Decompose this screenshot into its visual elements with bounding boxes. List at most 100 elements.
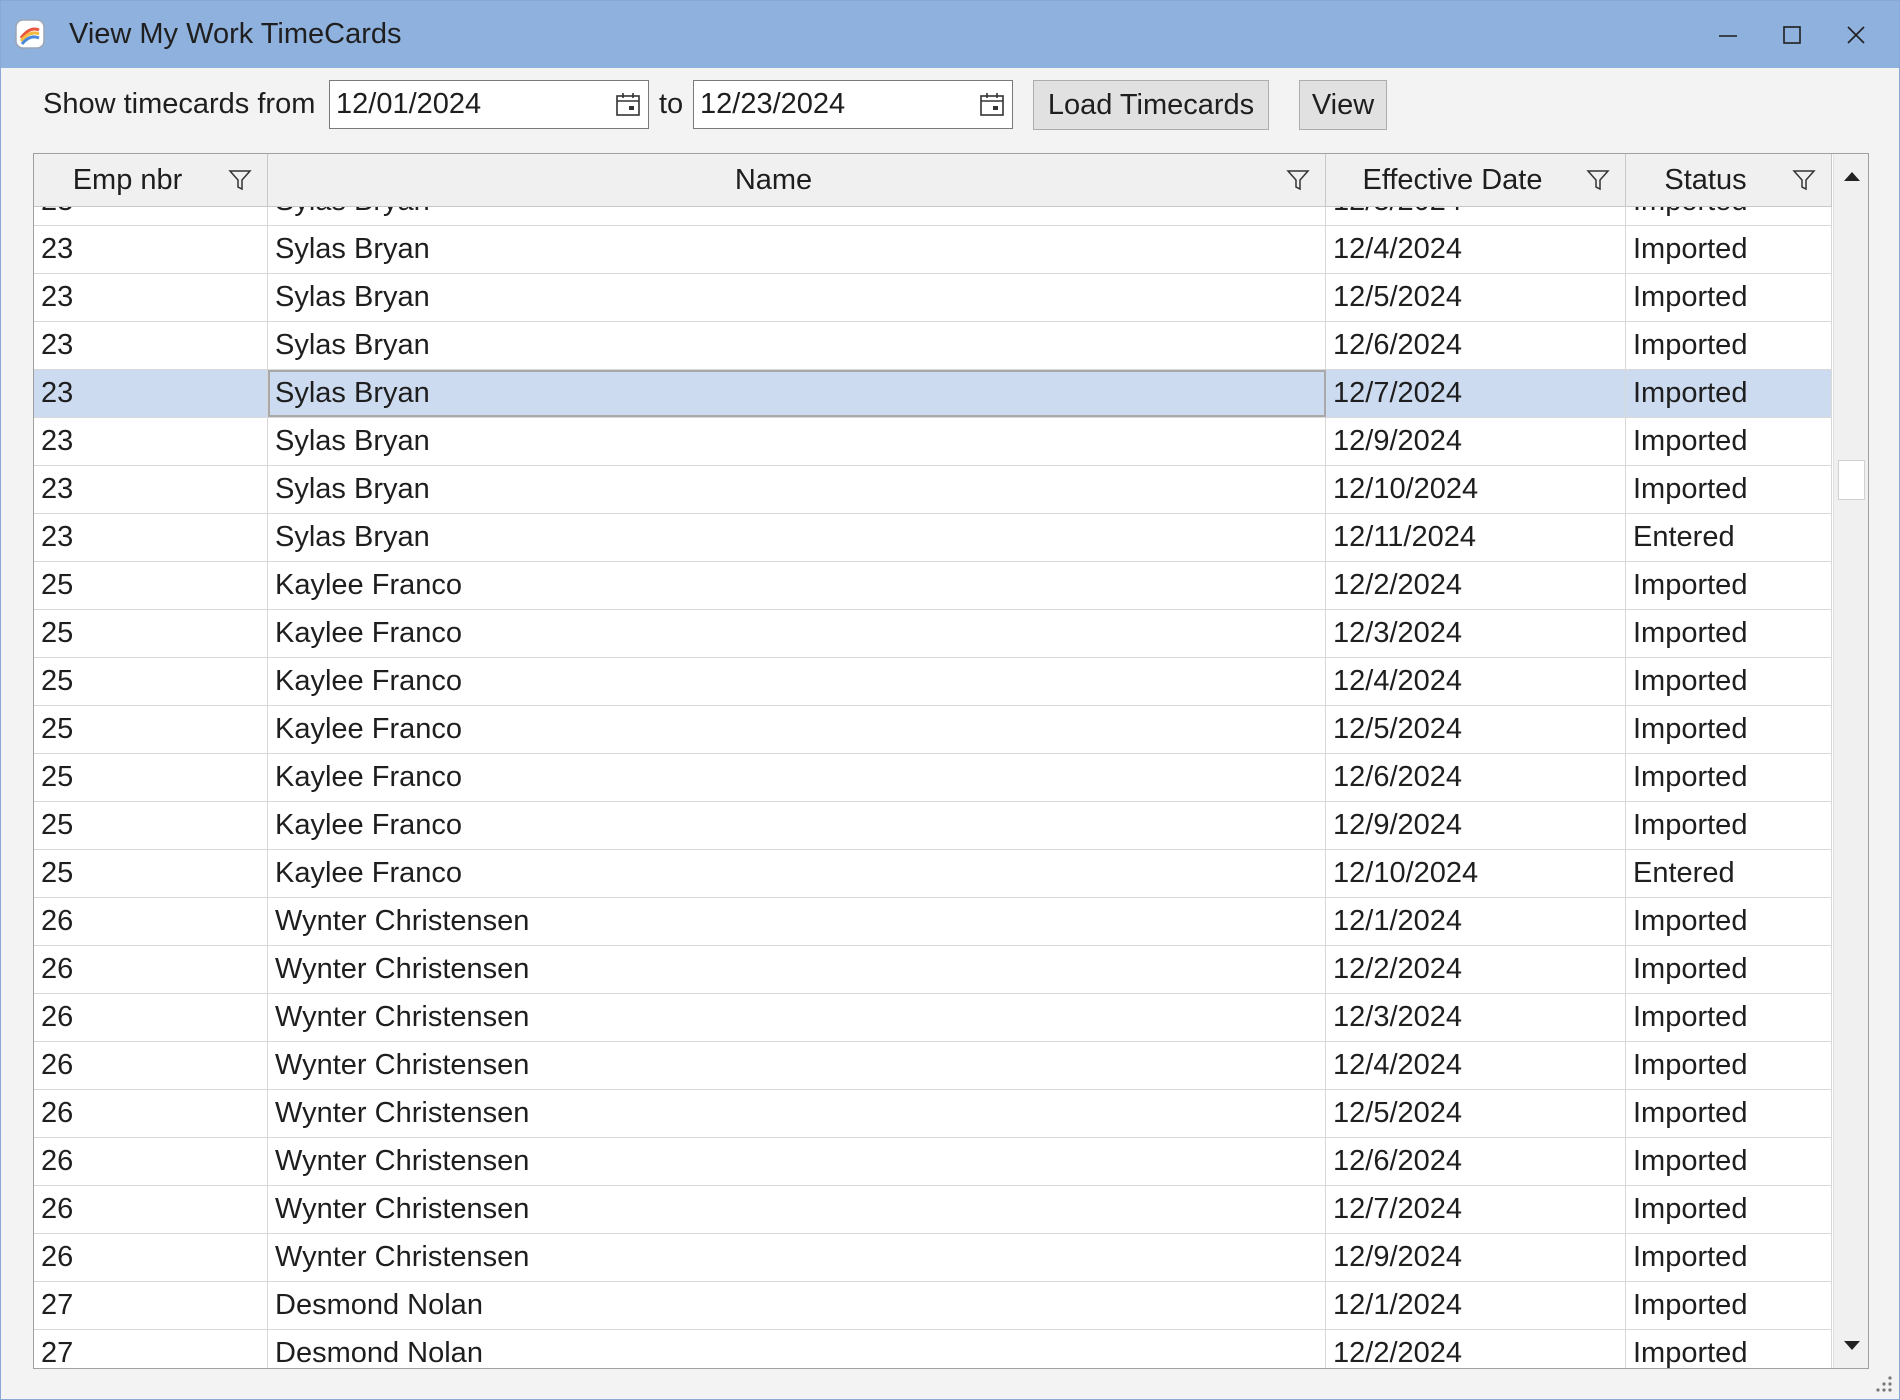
emp-nbr-cell[interactable]: 23 — [34, 322, 268, 369]
table-row[interactable]: 23 Sylas Bryan 12/11/2024 Entered — [34, 514, 1832, 562]
status-cell[interactable]: Imported — [1626, 562, 1832, 609]
table-row[interactable]: 26 Wynter Christensen 12/5/2024 Imported — [34, 1090, 1832, 1138]
table-row[interactable]: 25 Kaylee Franco 12/9/2024 Imported — [34, 802, 1832, 850]
effective-date-cell[interactable]: 12/7/2024 — [1326, 370, 1626, 417]
status-cell[interactable]: Imported — [1626, 370, 1832, 417]
status-cell[interactable]: Imported — [1626, 206, 1832, 225]
name-cell[interactable]: Desmond Nolan — [268, 1330, 1326, 1368]
table-row[interactable]: 26 Wynter Christensen 12/4/2024 Imported — [34, 1042, 1832, 1090]
column-header-status[interactable]: Status — [1626, 154, 1832, 206]
emp-nbr-cell[interactable]: 26 — [34, 1186, 268, 1233]
table-row[interactable]: 25 Kaylee Franco 12/4/2024 Imported — [34, 658, 1832, 706]
status-cell[interactable]: Imported — [1626, 754, 1832, 801]
effective-date-cell[interactable]: 12/9/2024 — [1326, 1234, 1626, 1281]
status-cell[interactable]: Imported — [1626, 898, 1832, 945]
table-row[interactable]: 23 Sylas Bryan 12/6/2024 Imported — [34, 322, 1832, 370]
column-header-name[interactable]: Name — [268, 154, 1326, 206]
status-cell[interactable]: Imported — [1626, 994, 1832, 1041]
name-cell[interactable]: Sylas Bryan — [268, 466, 1326, 513]
emp-nbr-cell[interactable]: 27 — [34, 1330, 268, 1368]
status-cell[interactable]: Imported — [1626, 1042, 1832, 1089]
emp-nbr-cell[interactable]: 25 — [34, 658, 268, 705]
emp-nbr-cell[interactable]: 25 — [34, 610, 268, 657]
name-cell[interactable]: Desmond Nolan — [268, 1282, 1326, 1329]
vertical-scrollbar[interactable] — [1833, 154, 1868, 1368]
scrollbar-thumb[interactable] — [1838, 460, 1865, 500]
name-cell[interactable]: Wynter Christensen — [268, 946, 1326, 993]
minimize-button[interactable] — [1696, 1, 1760, 68]
status-cell[interactable]: Imported — [1626, 802, 1832, 849]
effective-date-cell[interactable]: 12/11/2024 — [1326, 514, 1626, 561]
name-cell[interactable]: Kaylee Franco — [268, 610, 1326, 657]
status-cell[interactable]: Imported — [1626, 1186, 1832, 1233]
table-row[interactable]: 26 Wynter Christensen 12/9/2024 Imported — [34, 1234, 1832, 1282]
table-row[interactable]: 26 Wynter Christensen 12/3/2024 Imported — [34, 994, 1832, 1042]
status-cell[interactable]: Imported — [1626, 1090, 1832, 1137]
table-row[interactable]: 25 Kaylee Franco 12/3/2024 Imported — [34, 610, 1832, 658]
load-timecards-button[interactable]: Load Timecards — [1033, 80, 1269, 130]
table-row[interactable]: 23Sylas Bryan12/3/2024Imported — [34, 206, 1832, 226]
to-date-picker[interactable] — [693, 80, 1013, 129]
effective-date-cell[interactable]: 12/4/2024 — [1326, 658, 1626, 705]
effective-date-cell[interactable]: 12/3/2024 — [1326, 206, 1626, 225]
status-cell[interactable]: Imported — [1626, 946, 1832, 993]
emp-nbr-cell[interactable]: 23 — [34, 206, 268, 225]
table-row[interactable]: 27 Desmond Nolan 12/1/2024 Imported — [34, 1282, 1832, 1330]
emp-nbr-cell[interactable]: 26 — [34, 1234, 268, 1281]
status-cell[interactable]: Imported — [1626, 322, 1832, 369]
name-cell[interactable]: Sylas Bryan — [268, 226, 1326, 273]
table-row[interactable]: 26 Wynter Christensen 12/7/2024 Imported — [34, 1186, 1832, 1234]
name-cell[interactable]: Kaylee Franco — [268, 706, 1326, 753]
emp-nbr-cell[interactable]: 25 — [34, 754, 268, 801]
status-cell[interactable]: Imported — [1626, 1234, 1832, 1281]
effective-date-cell[interactable]: 12/5/2024 — [1326, 274, 1626, 321]
status-cell[interactable]: Entered — [1626, 514, 1832, 561]
name-cell[interactable]: Wynter Christensen — [268, 1090, 1326, 1137]
effective-date-cell[interactable]: 12/5/2024 — [1326, 1090, 1626, 1137]
emp-nbr-cell[interactable]: 23 — [34, 274, 268, 321]
effective-date-cell[interactable]: 12/4/2024 — [1326, 226, 1626, 273]
calendar-icon[interactable] — [614, 91, 642, 119]
to-date-input[interactable] — [700, 81, 970, 128]
name-cell[interactable]: Kaylee Franco — [268, 850, 1326, 897]
emp-nbr-cell[interactable]: 26 — [34, 946, 268, 993]
name-cell[interactable]: Sylas Bryan — [268, 322, 1326, 369]
column-header-effective-date[interactable]: Effective Date — [1326, 154, 1626, 206]
emp-nbr-cell[interactable]: 23 — [34, 466, 268, 513]
table-row[interactable]: 25 Kaylee Franco 12/2/2024 Imported — [34, 562, 1832, 610]
scroll-down-button[interactable] — [1834, 1330, 1868, 1362]
effective-date-cell[interactable]: 12/2/2024 — [1326, 1330, 1626, 1368]
calendar-icon[interactable] — [978, 91, 1006, 119]
table-row[interactable]: 27 Desmond Nolan 12/2/2024 Imported — [34, 1330, 1832, 1368]
effective-date-cell[interactable]: 12/6/2024 — [1326, 1138, 1626, 1185]
table-row[interactable]: 23 Sylas Bryan 12/9/2024 Imported — [34, 418, 1832, 466]
filter-icon[interactable] — [227, 167, 253, 193]
table-row[interactable]: 25 Kaylee Franco 12/5/2024 Imported — [34, 706, 1832, 754]
maximize-button[interactable] — [1760, 1, 1824, 68]
filter-icon[interactable] — [1791, 167, 1817, 193]
table-row[interactable]: 25 Kaylee Franco 12/10/2024 Entered — [34, 850, 1832, 898]
effective-date-cell[interactable]: 12/4/2024 — [1326, 1042, 1626, 1089]
name-cell[interactable]: Kaylee Franco — [268, 562, 1326, 609]
emp-nbr-cell[interactable]: 26 — [34, 994, 268, 1041]
name-cell[interactable]: Kaylee Franco — [268, 754, 1326, 801]
name-cell[interactable]: Sylas Bryan — [268, 514, 1326, 561]
from-date-input[interactable] — [336, 81, 606, 128]
scroll-up-button[interactable] — [1834, 160, 1868, 192]
status-cell[interactable]: Imported — [1626, 466, 1832, 513]
emp-nbr-cell[interactable]: 26 — [34, 1042, 268, 1089]
name-cell[interactable]: Sylas Bryan — [268, 418, 1326, 465]
table-row[interactable]: 23 Sylas Bryan 12/7/2024 Imported — [34, 370, 1832, 418]
status-cell[interactable]: Imported — [1626, 1282, 1832, 1329]
table-row[interactable]: 26 Wynter Christensen 12/2/2024 Imported — [34, 946, 1832, 994]
view-button[interactable]: View — [1299, 80, 1387, 130]
effective-date-cell[interactable]: 12/6/2024 — [1326, 754, 1626, 801]
effective-date-cell[interactable]: 12/6/2024 — [1326, 322, 1626, 369]
name-cell[interactable]: Wynter Christensen — [268, 1186, 1326, 1233]
name-cell[interactable]: Sylas Bryan — [268, 274, 1326, 321]
emp-nbr-cell[interactable]: 23 — [34, 370, 268, 417]
emp-nbr-cell[interactable]: 25 — [34, 850, 268, 897]
status-cell[interactable]: Imported — [1626, 1138, 1832, 1185]
name-cell[interactable]: Wynter Christensen — [268, 898, 1326, 945]
emp-nbr-cell[interactable]: 25 — [34, 706, 268, 753]
